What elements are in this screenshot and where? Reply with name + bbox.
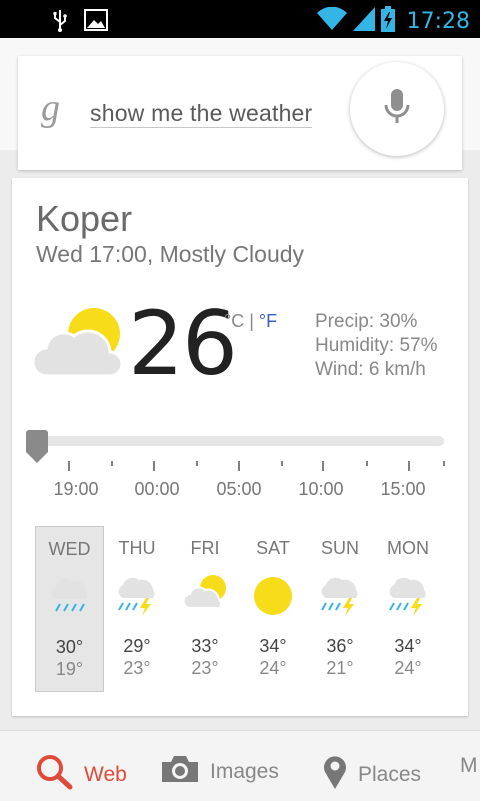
unit-separator: | (244, 311, 259, 331)
hour-label: 10:00 (298, 479, 344, 499)
low-temp: 23° (191, 658, 219, 678)
nav-web[interactable]: Web (36, 754, 127, 796)
thunderstorm-icon (318, 572, 362, 621)
current-temperature: 26 (128, 292, 238, 395)
precipitation: Precip: 30% (315, 311, 418, 332)
low-temp: 21° (326, 658, 354, 678)
hour-ticks (68, 461, 445, 471)
nav-more-label: M (460, 754, 478, 777)
weather-details: Precip: 30% Humidity: 57% Wind: 6 km/h (315, 310, 438, 382)
day-name: MON (387, 538, 429, 558)
hour-slider-track[interactable] (26, 436, 444, 446)
google-g-logo: g (40, 87, 66, 137)
microphone-icon (383, 87, 411, 132)
wind: Wind: 6 km/h (315, 359, 426, 380)
voice-search-button[interactable] (350, 62, 444, 156)
forecast-day-thu[interactable]: THU 29° 23° (103, 526, 171, 692)
forecast-day-wed[interactable]: WED 30° 19° (35, 526, 104, 692)
day-name: FRI (190, 538, 220, 558)
low-temp: 24° (394, 658, 422, 678)
partly-cloudy-icon (182, 572, 227, 621)
camera-icon (160, 754, 200, 790)
usb-icon (52, 8, 68, 37)
svg-text:g: g (41, 90, 60, 129)
notification-icons (52, 8, 108, 37)
map-pin-icon (322, 754, 348, 796)
hour-label: 05:00 (216, 479, 262, 499)
battery-charging-icon (380, 6, 395, 37)
search-icon (36, 754, 74, 796)
thunderstorm-icon (115, 572, 159, 621)
condition-line: Wed 17:00, Mostly Cloudy (36, 241, 305, 267)
high-temp: 36° (326, 636, 354, 656)
system-icons: 17:28 (316, 6, 470, 37)
sun-icon (251, 572, 295, 621)
mostly-cloudy-icon (31, 306, 124, 385)
forecast-day-mon[interactable]: MON 34° 24° (374, 526, 442, 692)
high-temp: 34° (259, 636, 287, 656)
thunderstorm-icon (386, 572, 430, 621)
status-bar: 17:28 (0, 0, 480, 38)
day-name: SAT (256, 538, 290, 558)
low-temp: 23° (123, 658, 151, 678)
image-icon (84, 9, 108, 36)
fahrenheit-unit[interactable]: °F (259, 311, 277, 331)
forecast-day-fri[interactable]: FRI 33° 23° (171, 526, 239, 692)
forecast-day-sun[interactable]: SUN 36° 21° (306, 526, 374, 692)
nav-places-label: Places (358, 763, 422, 786)
forecast-day-sat[interactable]: SAT 34° 24° (239, 526, 307, 692)
city-name: Koper (36, 198, 133, 239)
high-temp: 29° (123, 636, 151, 656)
signal-icon (352, 7, 375, 36)
clock: 17:28 (406, 9, 470, 34)
low-temp: 19° (55, 659, 84, 679)
day-name: WED (48, 539, 91, 559)
search-query[interactable]: show me the weather (90, 100, 313, 128)
nav-places[interactable]: Places (322, 754, 421, 796)
nav-more[interactable]: M (460, 754, 478, 778)
low-temp: 24° (259, 658, 287, 678)
day-name: THU (118, 538, 156, 558)
nav-web-label: Web (84, 763, 127, 786)
nav-images[interactable]: Images (160, 754, 279, 790)
high-temp: 30° (55, 637, 84, 657)
high-temp: 33° (191, 636, 219, 656)
rain-cloud-icon (48, 573, 92, 622)
humidity: Humidity: 57% (315, 335, 438, 356)
wifi-icon (316, 6, 347, 36)
celsius-unit[interactable]: °C (224, 311, 244, 331)
hour-label: 00:00 (134, 479, 180, 499)
day-name: SUN (320, 538, 359, 558)
nav-images-label: Images (210, 760, 279, 783)
high-temp: 34° (394, 636, 422, 656)
hour-label: 15:00 (380, 479, 426, 499)
hour-label: 19:00 (53, 479, 99, 499)
temperature-unit-toggle[interactable]: °C | °F (224, 311, 277, 332)
